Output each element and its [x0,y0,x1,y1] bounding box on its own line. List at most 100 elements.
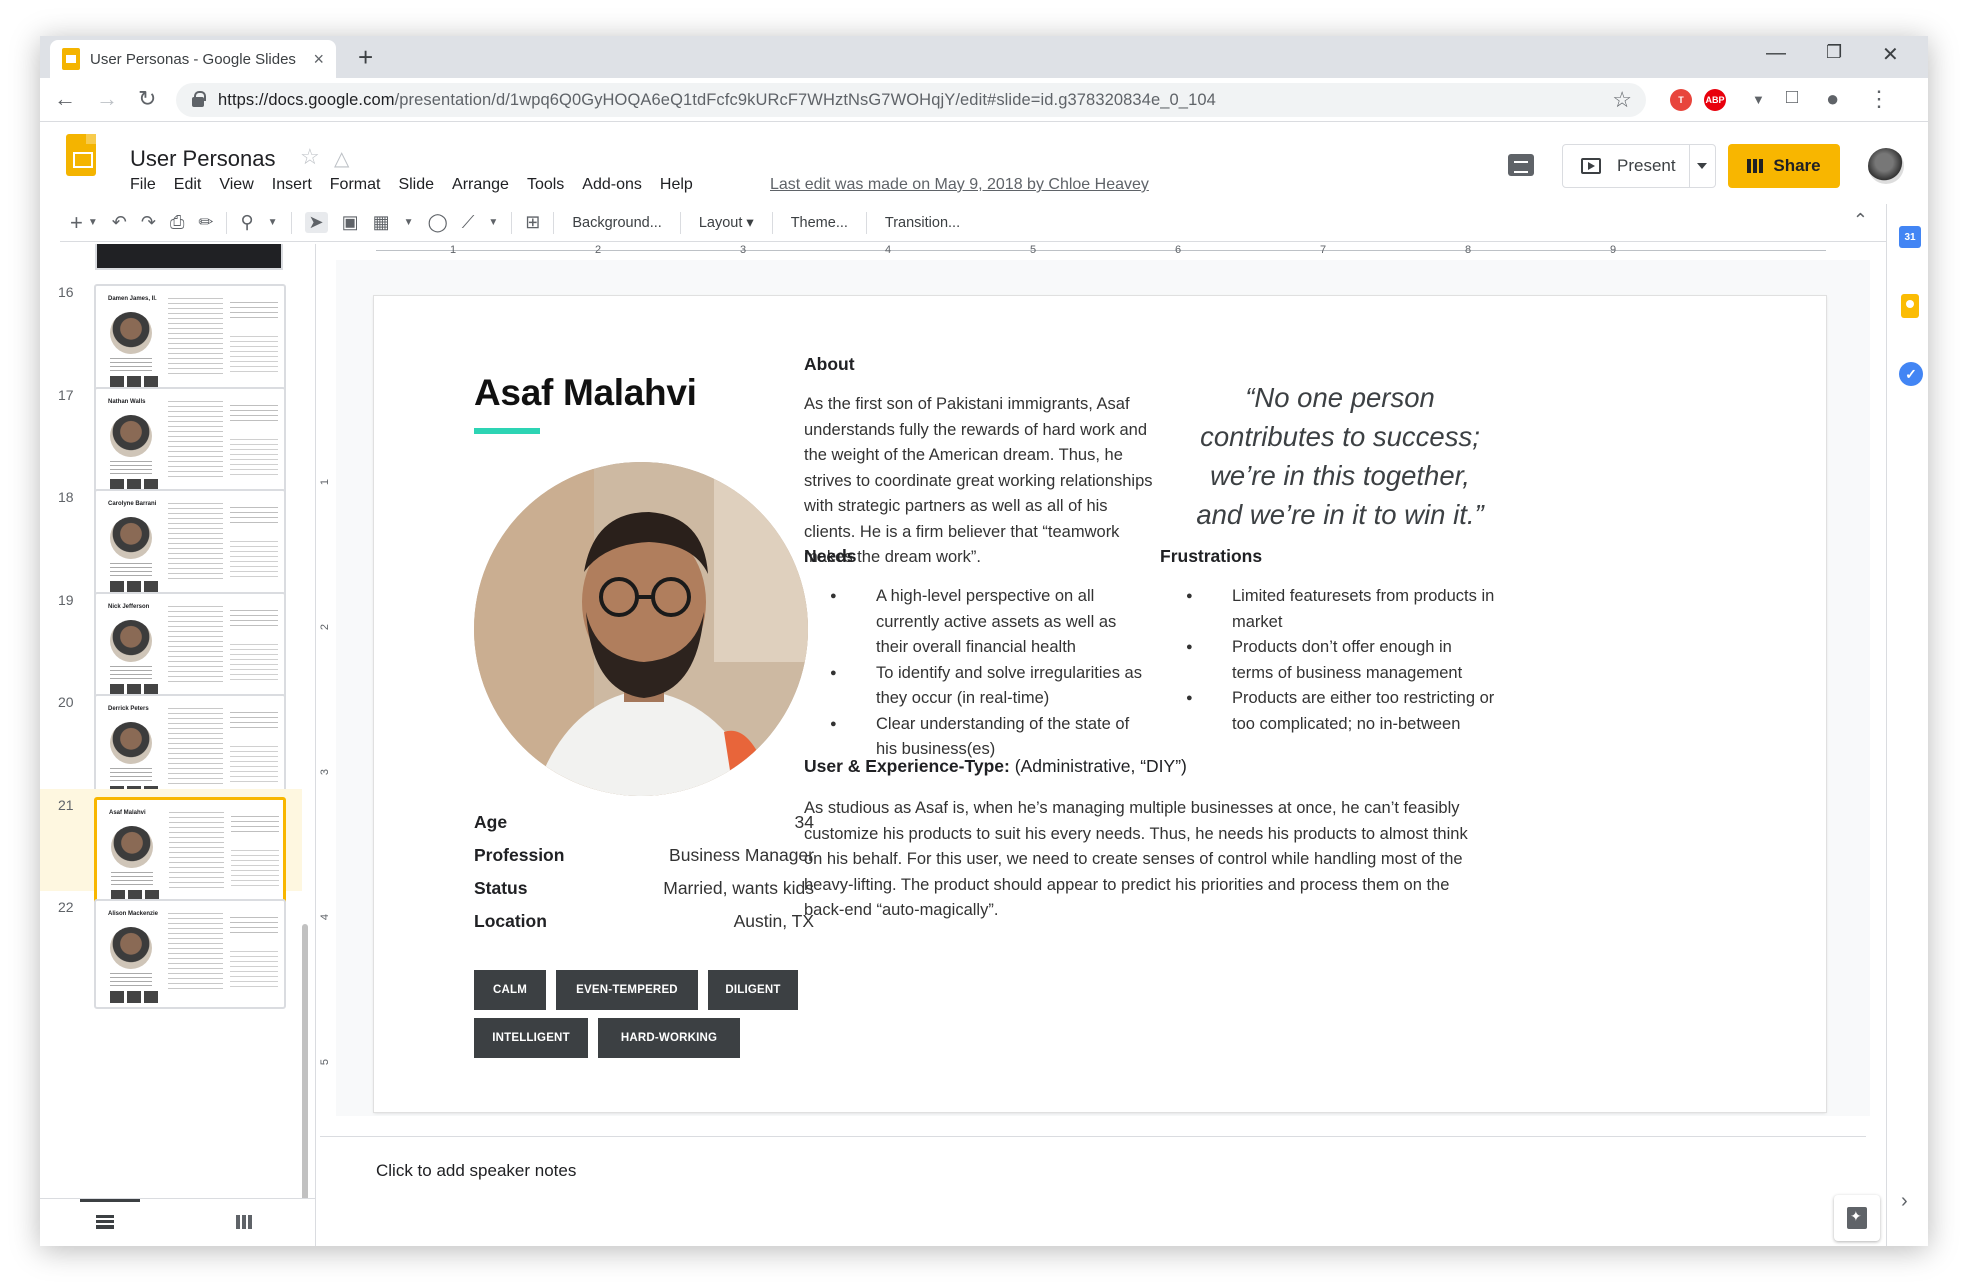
transition-button[interactable]: Transition... [885,215,960,231]
new-tab-button[interactable]: + [358,42,373,73]
new-slide-icon[interactable]: + [70,210,83,236]
paint-format-icon[interactable]: ✏ [198,212,213,233]
chrome-menu-icon[interactable]: ⋮ [1868,86,1890,112]
slide-thumbnail[interactable]: Asaf Malahvi [94,796,286,907]
ux-type[interactable]: User & Experience-Type: (Administrative,… [804,756,1187,777]
line-dropdown-icon[interactable]: ▼ [488,217,498,228]
trait-tag[interactable]: INTELLIGENT [474,1018,588,1058]
slide-thumbnail[interactable]: Alison Mackenzie [94,899,286,1009]
filmstrip-slide[interactable]: 20 Derrick Peters [40,686,302,804]
comment-history-icon[interactable] [1508,154,1534,176]
filmstrip-slide[interactable]: 18 Carolyne Barrani [40,481,302,599]
collapse-toolbar-icon[interactable]: ⌃ [1853,210,1868,231]
select-cursor-icon[interactable]: ➤ [304,212,328,233]
keep-icon[interactable] [1901,294,1919,318]
browser-tab[interactable]: User Personas - Google Slides × [50,40,336,78]
restore-icon[interactable]: ❐ [1826,42,1842,63]
google-slides-logo-icon[interactable] [66,134,96,176]
adblock-icon[interactable]: ABP [1704,89,1726,111]
menu-tools[interactable]: Tools [527,176,564,194]
needs-heading[interactable]: Needs [804,546,857,567]
menu-arrange[interactable]: Arrange [452,176,509,194]
vertical-ruler[interactable]: 1 2 3 4 5 [319,276,336,1096]
menu-slide[interactable]: Slide [398,176,434,194]
stat-row[interactable]: Status Married, wants kids [474,878,814,899]
slide-thumbnail[interactable]: Damen James, II. [94,284,286,394]
stat-row[interactable]: Profession Business Manager [474,845,814,866]
page-icon[interactable]: □ [1786,86,1798,109]
extension-t-icon[interactable]: T [1670,89,1692,111]
slide-thumbnail-partial[interactable] [95,244,283,270]
back-icon[interactable]: ← [54,86,76,112]
stat-row[interactable]: Location Austin, TX [474,911,814,932]
print-icon[interactable]: ⎙ [170,212,184,233]
filmstrip-view-icon[interactable] [96,1215,114,1229]
slide-thumbnail[interactable]: Nathan Walls [94,386,286,497]
filmstrip-slide[interactable]: 17 Nathan Walls [40,379,302,497]
account-avatar[interactable] [1868,148,1904,184]
background-button[interactable]: Background... [572,215,661,231]
trait-tag[interactable]: HARD-WORKING [598,1018,740,1058]
menu-view[interactable]: View [219,176,253,194]
slide-thumbnail[interactable]: Carolyne Barrani [94,489,286,599]
current-slide[interactable]: Asaf Malahvi Age 34 Profession Business Man… [374,296,1826,1112]
menu-insert[interactable]: Insert [272,176,312,194]
speaker-notes[interactable]: Click to add speaker notes [320,1136,1880,1246]
trait-tag[interactable]: CALM [474,970,546,1010]
stat-row[interactable]: Age 34 [474,812,814,833]
image-dropdown-icon[interactable]: ▼ [404,217,414,228]
menu-edit[interactable]: Edit [174,176,202,194]
window-close-icon[interactable]: ✕ [1882,42,1899,67]
layout-button[interactable]: Layout ▾ [699,215,754,231]
menu-format[interactable]: Format [330,176,381,194]
filmstrip-slide[interactable]: 16 Damen James, II. [40,276,302,394]
expand-panel-icon[interactable]: › [1901,1190,1908,1213]
grid-view-icon[interactable] [236,1215,252,1229]
frustrations-heading[interactable]: Frustrations [1160,546,1262,567]
about-text[interactable]: As the first son of Pakistani immigrants… [804,392,1160,571]
menu-addons[interactable]: Add-ons [582,176,642,194]
filmstrip-slide[interactable]: 21 Asaf Malahvi [40,788,302,907]
about-heading[interactable]: About [804,354,855,375]
persona-name[interactable]: Asaf Malahvi [474,372,697,414]
image-icon[interactable]: ▦ [373,212,390,233]
filmstrip-slide[interactable]: 19 Nick Jefferson [40,584,302,702]
profile-icon[interactable]: ● [1826,86,1839,112]
share-button[interactable]: Share [1728,144,1840,188]
forward-icon[interactable]: → [96,86,118,112]
present-dropdown-icon[interactable] [1697,163,1707,169]
filmstrip-scrollbar[interactable] [302,924,308,1224]
zoom-icon[interactable]: ⚲ [240,212,253,233]
add-comment-icon[interactable]: ⊞ [525,212,540,233]
last-edit-link[interactable]: Last edit was made on May 9, 2018 by Chl… [770,176,1149,194]
star-document-icon[interactable]: ☆ [300,144,320,170]
explore-button[interactable] [1834,1195,1880,1241]
ux-description[interactable]: As studious as Asaf is, when he’s managi… [804,796,1484,924]
present-button[interactable]: Present [1562,144,1716,188]
slide-thumbnail[interactable]: Derrick Peters [94,694,286,804]
move-to-folder-icon[interactable]: △ [334,146,349,171]
persona-photo[interactable] [474,462,808,796]
new-slide-dropdown-icon[interactable]: ▼ [88,217,98,228]
line-icon[interactable]: ⟋ [462,212,475,233]
trait-tag[interactable]: DILIGENT [708,970,798,1010]
theme-button[interactable]: Theme... [791,215,848,231]
tab-close-icon[interactable]: × [313,49,324,70]
persona-quote[interactable]: “No one person contributes to success; w… [1190,378,1490,534]
zoom-dropdown-icon[interactable]: ▼ [268,217,278,228]
frustrations-list[interactable]: Limited featuresets from products in mar… [1160,584,1496,737]
tasks-icon[interactable]: ✓ [1899,362,1923,386]
menu-file[interactable]: File [130,176,156,194]
minimize-icon[interactable]: — [1766,42,1786,65]
horizontal-ruler[interactable]: 1 2 3 4 5 6 7 8 9 [320,244,1866,260]
bookmark-star-icon[interactable]: ☆ [1612,87,1632,113]
text-box-icon[interactable]: ▣ [342,212,359,233]
document-title[interactable]: User Personas [130,146,276,172]
speaker-notes-placeholder[interactable]: Click to add speaker notes [376,1161,576,1181]
filmstrip-slide[interactable]: 22 Alison Mackenzie [40,891,302,1009]
extension-dropdown-icon[interactable]: ▼ [1752,92,1765,107]
needs-list[interactable]: A high-level perspective on all currentl… [804,584,1152,763]
url-field[interactable]: https://docs.google.com/presentation/d/1… [176,83,1646,117]
calendar-icon[interactable]: 31 [1899,226,1921,248]
shape-icon[interactable]: ◯ [428,212,448,233]
